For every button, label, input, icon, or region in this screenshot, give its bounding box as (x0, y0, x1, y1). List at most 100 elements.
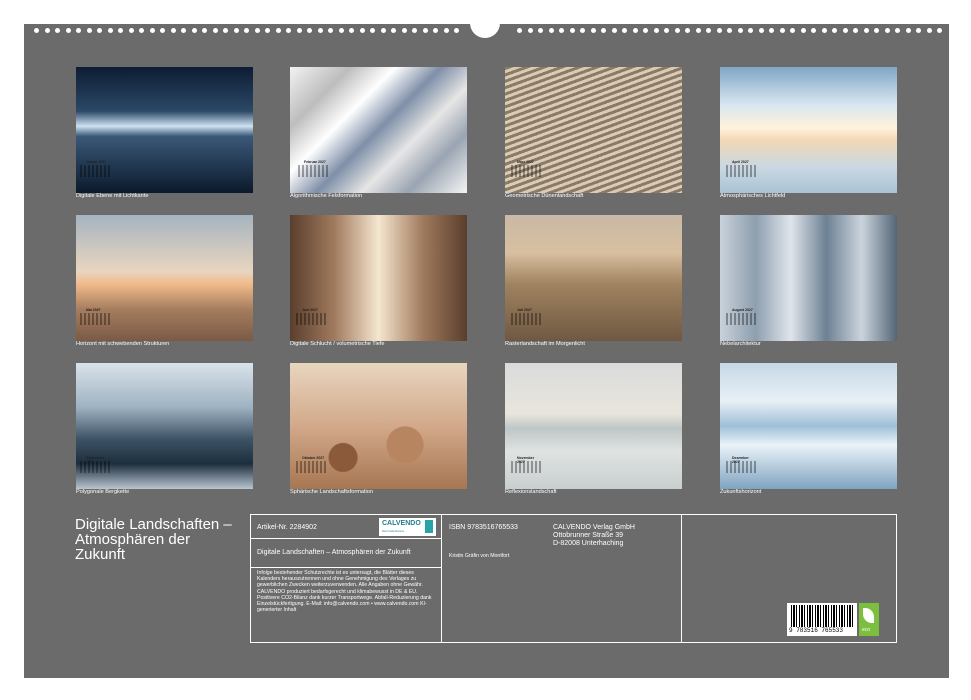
binding-hole (685, 28, 690, 33)
isbn: ISBN 9783516765533 (449, 524, 518, 531)
month-image-may: Mai 2027 (76, 215, 253, 341)
month-image-june: Juni 2027 (290, 215, 467, 341)
binding-hole (233, 28, 239, 33)
caption-december: Zukunftshorizont (720, 489, 762, 495)
binding-hole (181, 28, 186, 33)
binding-hole (601, 28, 606, 33)
mini-calendar-label: Juni 2027 (302, 308, 318, 312)
binding-hole (622, 28, 627, 33)
binding-hole (107, 28, 113, 33)
caption-april: Atmosphärisches Lichtfeld (720, 193, 786, 199)
binding-hole (244, 28, 249, 33)
binding-hole (170, 28, 176, 33)
binding-hole (653, 28, 659, 33)
article-number: Artikel-Nr. 2284902 (257, 524, 317, 531)
binding-hole (128, 28, 134, 33)
month-image-december: Dezember 2027 (720, 363, 897, 489)
month-image-april: April 2027 (720, 67, 897, 193)
binding-hole (370, 28, 375, 33)
binding-hole (611, 28, 617, 33)
binding-hole (517, 28, 522, 33)
binding-hole (317, 28, 323, 33)
binding-hole (191, 28, 197, 33)
barcode: 9 783516 765533 (787, 603, 857, 636)
mini-calendar-label: Mai 2027 (86, 308, 101, 312)
binding-hole (632, 28, 638, 33)
eco-badge: eco (859, 603, 879, 636)
binding-hole (307, 28, 312, 33)
binding-hole (160, 28, 165, 33)
calvendo-mark-icon (425, 520, 433, 533)
caption-september: Polygonale Bergkette (76, 489, 130, 495)
binding-hole (695, 28, 701, 33)
binding-hole (139, 28, 144, 33)
month-image-august: August 2027 (720, 215, 897, 341)
binding-hole (926, 28, 932, 33)
binding-hole (286, 28, 291, 33)
mini-calendar-label: März 2027 (517, 160, 534, 164)
binding-hole (275, 28, 281, 33)
binding-hole (202, 28, 207, 33)
binding-hole (443, 28, 449, 33)
caption-november: Reflexionslandschaft (505, 489, 557, 495)
binding-hole (916, 28, 921, 33)
caption-february: Algorithmische Felsformation (290, 193, 363, 199)
calvendo-logo: CALVENDO Dein Kalendarium (379, 518, 436, 536)
caption-october: Sphärische Landschaftsformation (290, 489, 374, 495)
binding-hole (34, 28, 39, 33)
caption-march: Geometrische Dünenlandschaft (505, 193, 584, 199)
mini-calendar-label: Juli 2027 (517, 308, 532, 312)
binding-hole (874, 28, 879, 33)
mini-calendar-label: April 2027 (732, 160, 749, 164)
binding-hole (55, 28, 60, 33)
binding-hole (212, 28, 218, 33)
binding-hole (800, 28, 806, 33)
month-image-january: Januar 2027 (76, 67, 253, 193)
binding-hole (769, 28, 774, 33)
binding-hole (706, 28, 711, 33)
binding-hole (853, 28, 858, 33)
binding-hole (538, 28, 543, 33)
binding-hole (412, 28, 417, 33)
binding-hole (527, 28, 533, 33)
binding-hole (832, 28, 837, 33)
binding-hole (643, 28, 648, 33)
binding-hole (716, 28, 722, 33)
month-image-october: Oktober 2027 (290, 363, 467, 489)
binding-hole (338, 28, 344, 33)
binding-hole (391, 28, 396, 33)
binding-hole (380, 28, 386, 33)
binding-hole (97, 28, 102, 33)
legal-notice: Infolge bestehender Schutzrechte ist es … (257, 570, 432, 614)
binding-hole (664, 28, 669, 33)
binding-hole (349, 28, 354, 33)
binding-hole (149, 28, 155, 33)
month-image-july: Juli 2027 (505, 215, 682, 341)
binding-hole (790, 28, 795, 33)
binding-hole (569, 28, 575, 33)
binding-hole (86, 28, 92, 33)
calendar-title: Digitale Landschaften – Atmosphären der … (75, 516, 232, 563)
binding-hole (454, 28, 459, 33)
binding-hole (811, 28, 816, 33)
binding-hole (548, 28, 554, 33)
leaf-icon (863, 608, 874, 623)
binding-hole (895, 28, 900, 33)
binding-hole (401, 28, 407, 33)
binding-hole (748, 28, 753, 33)
binding-hole (44, 28, 50, 33)
binding-hole (779, 28, 785, 33)
info-panel: Artikel-Nr. 2284902 CALVENDO Dein Kalend… (250, 514, 897, 643)
binding-hole (758, 28, 764, 33)
binding-hole (254, 28, 260, 33)
binding-hole (674, 28, 680, 33)
binding-hole (265, 28, 270, 33)
binding-hole (422, 28, 428, 33)
binding-hole (433, 28, 438, 33)
binding-hole (863, 28, 869, 33)
caption-august: Nebelarchitektur (720, 341, 761, 347)
author: Kristin Gräfin von Montfort (449, 553, 510, 559)
mini-calendar-label: August 2027 (732, 308, 753, 312)
month-image-march: März 2027 (505, 67, 682, 193)
caption-may: Horizont mit schwebenden Strukturen (76, 341, 170, 347)
